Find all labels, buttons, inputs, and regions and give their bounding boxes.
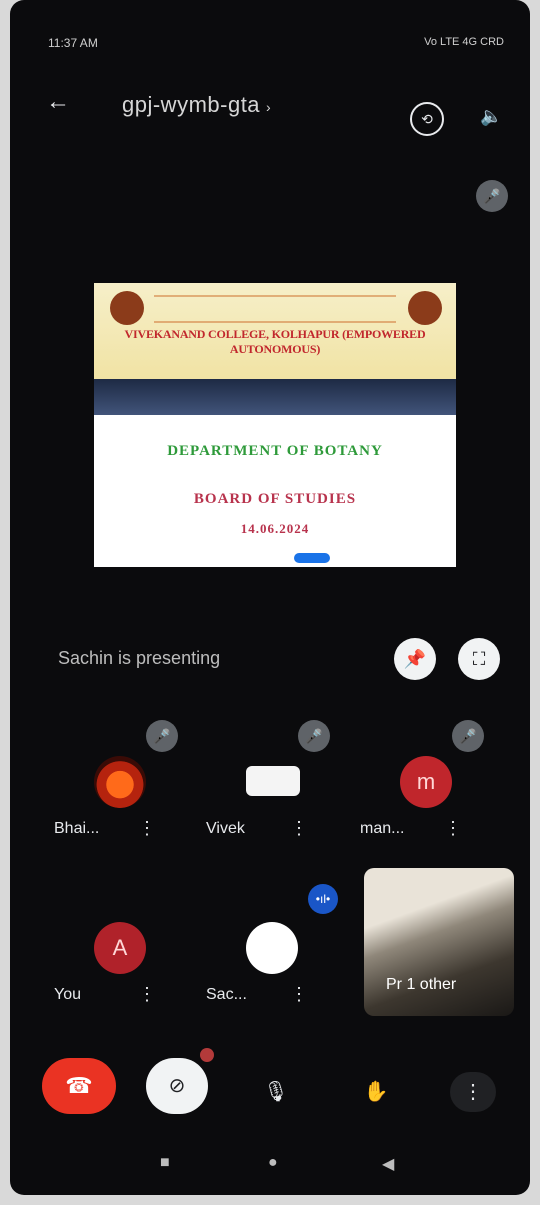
switch-camera-icon[interactable]: ⟲ xyxy=(410,102,444,136)
home-icon[interactable]: ● xyxy=(268,1154,278,1172)
slide-date: 14.06.2024 xyxy=(240,521,310,536)
avatar xyxy=(246,766,300,796)
back-button[interactable]: ← xyxy=(46,88,70,116)
pin-icon[interactable]: 📌 xyxy=(394,638,436,680)
phone-screen: 11:37 AM Vo LTE 4G CRD ← gpj-wymb-gta › ⟲… xyxy=(10,0,530,1195)
camera-off-button[interactable]: ⊘ xyxy=(146,1058,208,1114)
back-nav-icon[interactable]: ◀ xyxy=(382,1154,394,1174)
status-time: 11:37 AM xyxy=(48,36,98,50)
status-bar: 11:37 AM Vo LTE 4G CRD xyxy=(10,36,530,58)
slide-department: DEPARTMENT OF BOTANY xyxy=(167,443,383,459)
fullscreen-icon[interactable]: ⛶ xyxy=(458,638,500,680)
more-options-icon[interactable]: ⋮ xyxy=(290,984,308,1005)
raise-hand-icon[interactable]: ✋ xyxy=(356,1072,396,1112)
avatar: m xyxy=(400,756,452,808)
header-decoration xyxy=(154,295,396,323)
status-indicators: Vo LTE 4G CRD xyxy=(424,36,504,48)
more-options-icon[interactable]: ⋮ xyxy=(138,818,156,839)
top-bar: ← gpj-wymb-gta › ⟲ 🔈 xyxy=(10,88,530,136)
recents-icon[interactable]: ■ xyxy=(160,1154,170,1172)
slide-title: BOARD OF STUDIES xyxy=(193,491,357,507)
avatar: A xyxy=(94,922,146,974)
participant-name: Vivek xyxy=(206,820,245,837)
call-controls: ☎ ⊘ 🎙 ✋ ⋮ xyxy=(10,1044,530,1114)
camera-alert-dot xyxy=(200,1048,214,1062)
system-nav-bar: ■ ● ◀ xyxy=(10,1150,530,1180)
shared-slide: VIVEKANAND COLLEGE, KOLHAPUR (EMPOWERED … xyxy=(94,283,456,567)
slide-header-strip xyxy=(94,379,456,415)
speaker-icon[interactable]: 🔈 xyxy=(480,106,502,127)
participant-tile-vivek[interactable]: 🎤 Vivek ⋮ xyxy=(202,720,360,850)
college-logo-right xyxy=(408,291,442,325)
participant-tile-sachin[interactable]: Sac... ⋮ xyxy=(202,886,360,1016)
college-logo-left xyxy=(110,291,144,325)
end-call-button[interactable]: ☎ xyxy=(42,1058,116,1114)
participant-tile-you[interactable]: A You ⋮ xyxy=(50,886,208,1016)
video-tile-label: Pr 1 other xyxy=(386,976,457,993)
college-name: VIVEKANAND COLLEGE, KOLHAPUR (EMPOWERED … xyxy=(124,327,426,356)
meeting-code[interactable]: gpj-wymb-gta › xyxy=(122,92,271,118)
mic-off-icon: 🎤 xyxy=(146,720,178,752)
presenting-label: Sachin is presenting xyxy=(58,648,221,668)
participant-name: Sac... xyxy=(206,986,247,1003)
avatar xyxy=(246,922,298,974)
more-options-button[interactable]: ⋮ xyxy=(450,1072,496,1112)
slide-header: VIVEKANAND COLLEGE, KOLHAPUR (EMPOWERED … xyxy=(94,283,456,379)
video-tile-others[interactable]: Pr 1 other xyxy=(364,868,514,1016)
participant-tile-man[interactable]: 🎤 m man... ⋮ xyxy=(356,720,514,850)
more-options-icon[interactable]: ⋮ xyxy=(138,984,156,1005)
meeting-code-text: gpj-wymb-gta xyxy=(122,92,261,117)
mic-off-icon: 🎤 xyxy=(452,720,484,752)
avatar xyxy=(94,756,146,808)
participant-name: Bhai... xyxy=(54,820,100,837)
mic-icon[interactable]: 🎙 xyxy=(256,1072,296,1112)
more-options-icon[interactable]: ⋮ xyxy=(444,818,462,839)
presenter-mic-off-icon: 🎤 xyxy=(476,180,508,212)
mic-off-icon: 🎤 xyxy=(298,720,330,752)
participant-tile-bhai[interactable]: 🎤 Bhai... ⋮ xyxy=(50,720,208,850)
participant-name: man... xyxy=(360,820,405,837)
participant-name: You xyxy=(54,986,81,1003)
chevron-right-icon: › xyxy=(266,99,272,115)
slide-indicator xyxy=(294,553,330,563)
more-options-icon[interactable]: ⋮ xyxy=(290,818,308,839)
